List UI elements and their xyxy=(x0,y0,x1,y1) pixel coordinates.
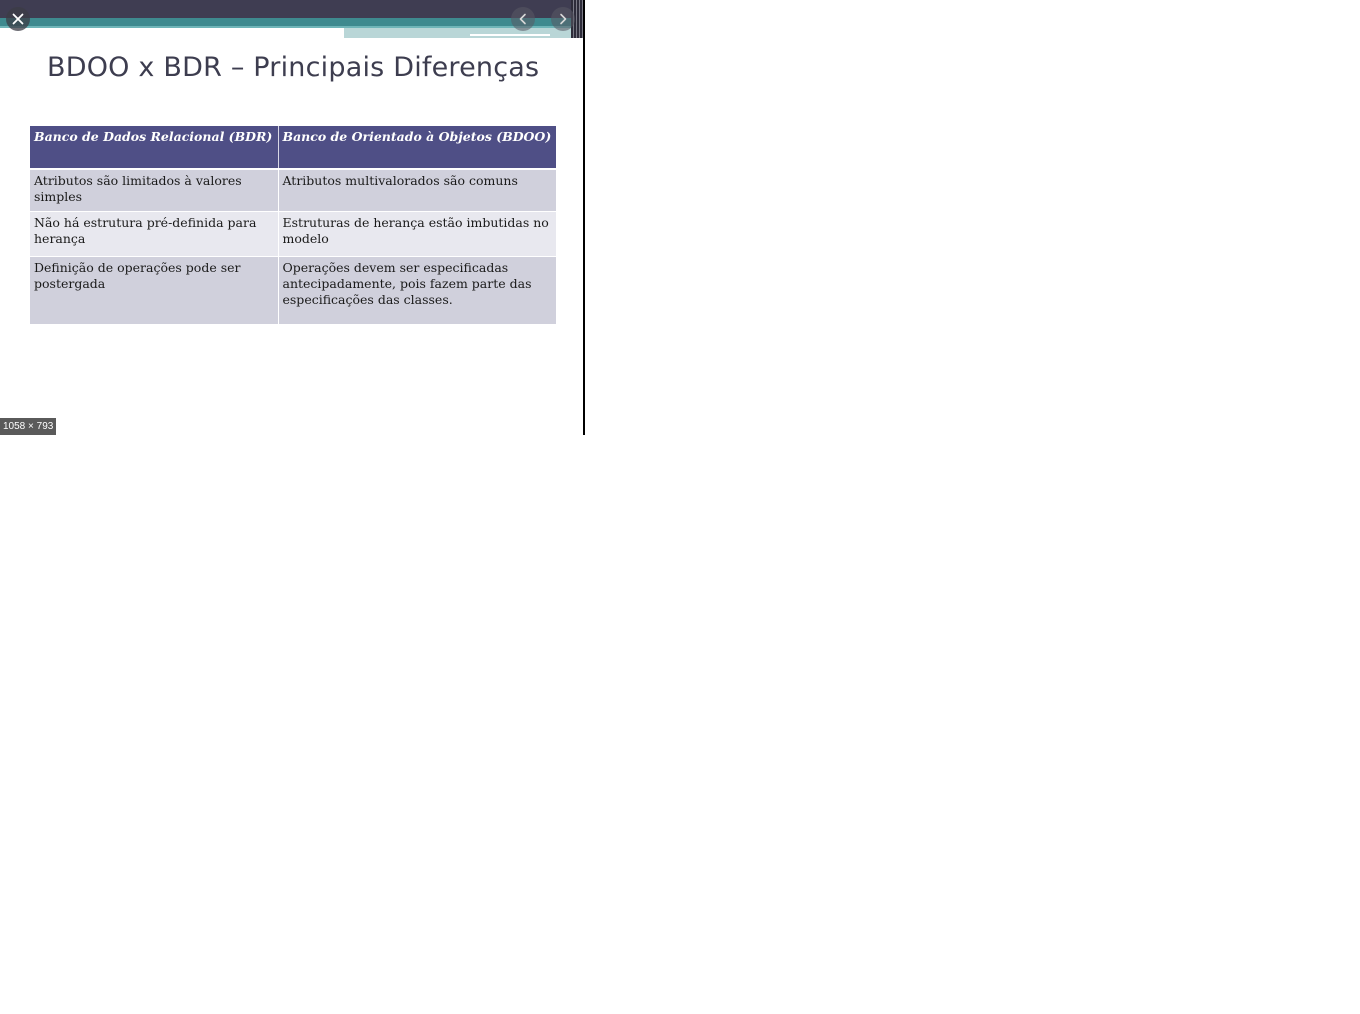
table-row: Atributos são limitados à valores simple… xyxy=(30,169,556,212)
image-viewer: BDOO x BDR – Principais Diferenças Banco… xyxy=(0,0,583,435)
close-icon xyxy=(12,13,24,25)
table-cell: Estruturas de herança estão imbutidas no… xyxy=(278,211,556,257)
table-header-cell: Banco de Orientado à Objetos (BDOO) xyxy=(278,126,556,170)
banner-teal-band xyxy=(0,18,583,26)
table-header-cell: Banco de Dados Relacional (BDR) xyxy=(30,126,279,170)
banner-light-band xyxy=(344,28,583,38)
comparison-table: Banco de Dados Relacional (BDR) Banco de… xyxy=(30,126,556,325)
next-button[interactable] xyxy=(551,7,575,31)
banner-white-line xyxy=(470,34,550,36)
chevron-right-icon xyxy=(560,13,567,25)
previous-button[interactable] xyxy=(511,7,535,31)
viewer-border xyxy=(583,0,585,435)
table-cell: Atributos são limitados à valores simple… xyxy=(30,169,279,212)
table-cell: Não há estrutura pré-definida para heran… xyxy=(30,211,279,257)
table-row: Não há estrutura pré-definida para heran… xyxy=(30,211,556,257)
banner-dark-band xyxy=(0,0,583,20)
image-dimensions-badge: 1058 × 793 xyxy=(0,418,57,435)
slide-banner xyxy=(0,0,583,40)
table-row: Definição de operações pode ser posterga… xyxy=(30,256,556,325)
chevron-left-icon xyxy=(519,13,526,25)
slide-title: BDOO x BDR – Principais Diferenças xyxy=(47,52,540,83)
table-cell: Operações devem ser especificadas anteci… xyxy=(278,256,556,325)
table-cell: Definição de operações pode ser posterga… xyxy=(30,256,279,325)
close-button[interactable] xyxy=(6,7,30,31)
table-cell: Atributos multivalorados são comuns xyxy=(278,169,556,212)
table-header-row: Banco de Dados Relacional (BDR) Banco de… xyxy=(30,126,556,170)
